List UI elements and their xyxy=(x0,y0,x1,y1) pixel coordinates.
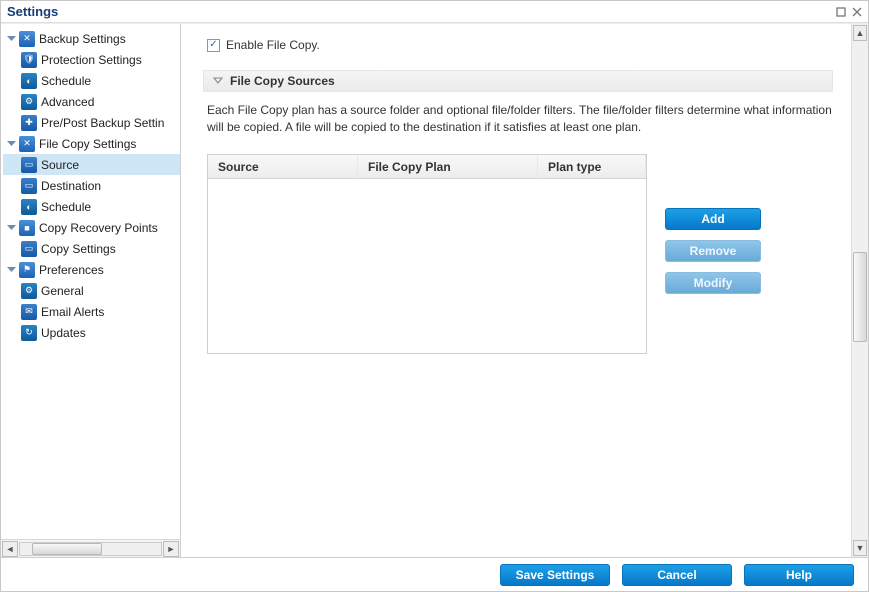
tree-header-filecopy[interactable]: ✕ File Copy Settings xyxy=(3,133,180,154)
tree-item-label: Pre/Post Backup Settin xyxy=(41,116,164,130)
tree-group-filecopy: ✕ File Copy Settings ▭ Source ▭ Destinat… xyxy=(1,133,180,217)
maximize-icon[interactable] xyxy=(834,5,848,19)
window-title: Settings xyxy=(7,4,58,19)
sidebar-item-advanced[interactable]: ⚙ Advanced xyxy=(3,91,180,112)
window-controls xyxy=(834,5,864,19)
tree-header-backup[interactable]: ✕ Backup Settings xyxy=(3,28,180,49)
sidebar-item-pre-post-backup[interactable]: ✚ Pre/Post Backup Settin xyxy=(3,112,180,133)
tree-item-label: Protection Settings xyxy=(41,53,142,67)
sidebar-item-protection-settings[interactable]: 🛡 Protection Settings xyxy=(3,49,180,70)
grid-header: Source File Copy Plan Plan type xyxy=(208,155,646,179)
sidebar-item-copy-settings[interactable]: ▭ Copy Settings xyxy=(3,238,180,259)
collapse-icon[interactable] xyxy=(5,222,17,234)
sidebar-item-email-alerts[interactable]: ✉ Email Alerts xyxy=(3,301,180,322)
tree-group-backup: ✕ Backup Settings 🛡 Protection Settings … xyxy=(1,28,180,133)
remove-button[interactable]: Remove xyxy=(665,240,761,262)
tree-item-label: General xyxy=(41,284,84,298)
tree-header-copyrecovery[interactable]: ■ Copy Recovery Points xyxy=(3,217,180,238)
tree-label: Backup Settings xyxy=(39,32,126,46)
body: ✕ Backup Settings 🛡 Protection Settings … xyxy=(1,23,868,557)
tree-item-label: Copy Settings xyxy=(41,242,116,256)
enable-file-copy-checkbox[interactable] xyxy=(207,39,220,52)
tree-item-label: Schedule xyxy=(41,74,91,88)
help-button[interactable]: Help xyxy=(744,564,854,586)
col-source[interactable]: Source xyxy=(208,155,358,178)
destination-icon: ▭ xyxy=(21,178,37,194)
tree-item-label: Advanced xyxy=(41,95,94,109)
advanced-icon: ⚙ xyxy=(21,94,37,110)
grid-row: Source File Copy Plan Plan type Add Remo… xyxy=(203,154,833,354)
tree-group-copyrecovery: ■ Copy Recovery Points ▭ Copy Settings xyxy=(1,217,180,259)
main-pane: Enable File Copy. File Copy Sources Each… xyxy=(181,24,868,557)
sidebar-item-filecopy-schedule[interactable]: ◐ Schedule xyxy=(3,196,180,217)
chevron-down-icon xyxy=(212,75,224,87)
footer: Save Settings Cancel Help xyxy=(1,557,868,591)
tree-label: File Copy Settings xyxy=(39,137,136,151)
tree-item-label: Schedule xyxy=(41,200,91,214)
content: Enable File Copy. File Copy Sources Each… xyxy=(181,24,851,557)
modify-button[interactable]: Modify xyxy=(665,272,761,294)
copy-settings-icon: ▭ xyxy=(21,241,37,257)
tree-label: Preferences xyxy=(39,263,104,277)
schedule-icon: ◐ xyxy=(21,199,37,215)
prepost-icon: ✚ xyxy=(21,115,37,131)
sidebar-item-schedule[interactable]: ◐ Schedule xyxy=(3,70,180,91)
main-vertical-scrollbar[interactable]: ▲ ▼ xyxy=(851,24,868,557)
tree-label: Copy Recovery Points xyxy=(39,221,158,235)
scroll-track[interactable] xyxy=(853,42,867,539)
scroll-track[interactable] xyxy=(19,542,162,556)
tree-group-preferences: ⚑ Preferences ⚙ General ✉ Email Alerts ↻… xyxy=(1,259,180,343)
sidebar-item-destination[interactable]: ▭ Destination xyxy=(3,175,180,196)
backup-settings-icon: ✕ xyxy=(19,31,35,47)
email-icon: ✉ xyxy=(21,304,37,320)
tree-item-label: Email Alerts xyxy=(41,305,104,319)
nav-tree: ✕ Backup Settings 🛡 Protection Settings … xyxy=(1,24,180,539)
scroll-thumb[interactable] xyxy=(853,252,867,342)
filecopy-settings-icon: ✕ xyxy=(19,136,35,152)
sidebar-item-general[interactable]: ⚙ General xyxy=(3,280,180,301)
section-header-file-copy-sources[interactable]: File Copy Sources xyxy=(203,70,833,92)
tree-item-label: Source xyxy=(41,158,79,172)
protection-icon: 🛡 xyxy=(21,52,37,68)
scroll-down-icon[interactable]: ▼ xyxy=(853,540,867,556)
section-description: Each File Copy plan has a source folder … xyxy=(203,102,833,136)
grid-buttons: Add Remove Modify xyxy=(665,154,761,294)
schedule-icon: ◐ xyxy=(21,73,37,89)
tree-item-label: Updates xyxy=(41,326,86,340)
sidebar: ✕ Backup Settings 🛡 Protection Settings … xyxy=(1,24,181,557)
col-type[interactable]: Plan type xyxy=(538,155,646,178)
enable-file-copy-label: Enable File Copy. xyxy=(226,38,320,52)
settings-window: Settings ✕ Backup Settings 🛡 xyxy=(0,0,869,592)
updates-icon: ↻ xyxy=(21,325,37,341)
scroll-right-icon[interactable]: ► xyxy=(163,541,179,557)
preferences-icon: ⚑ xyxy=(19,262,35,278)
general-icon: ⚙ xyxy=(21,283,37,299)
enable-file-copy-row: Enable File Copy. xyxy=(207,38,833,52)
tree-header-preferences[interactable]: ⚑ Preferences xyxy=(3,259,180,280)
tree-item-label: Destination xyxy=(41,179,101,193)
sidebar-horizontal-scrollbar[interactable]: ◄ ► xyxy=(1,539,180,557)
section-title: File Copy Sources xyxy=(230,74,335,88)
col-plan[interactable]: File Copy Plan xyxy=(358,155,538,178)
cancel-button[interactable]: Cancel xyxy=(622,564,732,586)
collapse-icon[interactable] xyxy=(5,264,17,276)
scroll-thumb[interactable] xyxy=(32,543,102,555)
sidebar-item-source[interactable]: ▭ Source xyxy=(3,154,180,175)
collapse-icon[interactable] xyxy=(5,33,17,45)
titlebar: Settings xyxy=(1,1,868,23)
source-icon: ▭ xyxy=(21,157,37,173)
save-settings-button[interactable]: Save Settings xyxy=(500,564,610,586)
close-icon[interactable] xyxy=(850,5,864,19)
scroll-left-icon[interactable]: ◄ xyxy=(2,541,18,557)
sidebar-item-updates[interactable]: ↻ Updates xyxy=(3,322,180,343)
collapse-icon[interactable] xyxy=(5,138,17,150)
scroll-up-icon[interactable]: ▲ xyxy=(853,25,867,41)
file-copy-sources-grid[interactable]: Source File Copy Plan Plan type xyxy=(207,154,647,354)
recovery-icon: ■ xyxy=(19,220,35,236)
add-button[interactable]: Add xyxy=(665,208,761,230)
